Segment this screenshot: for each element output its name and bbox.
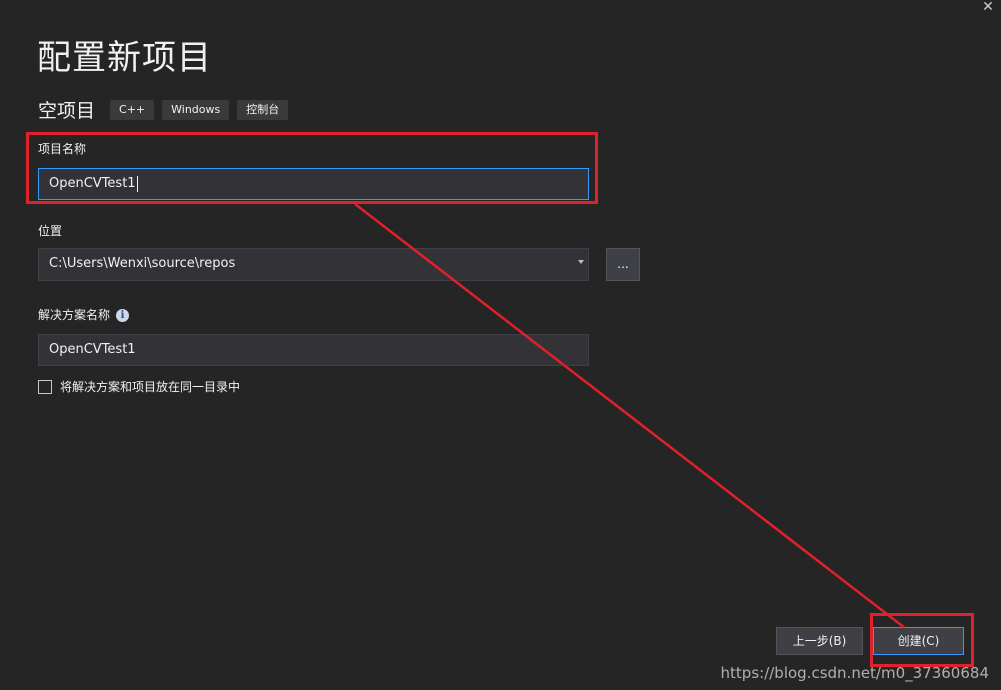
same-directory-label: 将解决方案和项目放在同一目录中 <box>60 380 241 394</box>
watermark-text: https://blog.csdn.net/m0_37360684 <box>720 664 989 682</box>
same-directory-option[interactable]: 将解决方案和项目放在同一目录中 <box>38 378 240 395</box>
solution-name-label: 解决方案名称 <box>38 308 111 322</box>
solution-name-value: OpenCVTest1 <box>49 342 136 357</box>
project-name-input[interactable]: OpenCVTest1 <box>38 168 589 200</box>
close-icon[interactable]: ✕ <box>981 0 995 14</box>
page-title: 配置新项目 <box>37 38 212 78</box>
info-icon[interactable]: i <box>116 309 130 322</box>
create-button[interactable]: 创建(C) <box>873 627 964 655</box>
tag-platform: Windows <box>162 99 230 120</box>
project-name-value: OpenCVTest1 <box>49 176 136 191</box>
location-label: 位置 <box>38 224 63 238</box>
template-name: 空项目 <box>38 100 96 122</box>
tag-project-type: 控制台 <box>237 99 289 120</box>
back-button[interactable]: 上一步(B) <box>776 627 863 655</box>
solution-name-label-row: 解决方案名称 i <box>38 306 130 323</box>
browse-button[interactable]: ... <box>606 248 640 281</box>
chevron-down-icon[interactable] <box>578 260 584 264</box>
location-combobox[interactable]: C:\Users\Wenxi\source\repos <box>38 248 589 281</box>
project-name-label: 项目名称 <box>38 142 87 156</box>
location-value: C:\Users\Wenxi\source\repos <box>49 256 236 271</box>
same-directory-checkbox[interactable] <box>38 379 52 394</box>
solution-name-input[interactable]: OpenCVTest1 <box>38 334 589 366</box>
text-caret <box>136 175 138 192</box>
tag-language: C++ <box>110 99 155 120</box>
template-info: 空项目 C++ Windows 控制台 <box>38 96 296 123</box>
